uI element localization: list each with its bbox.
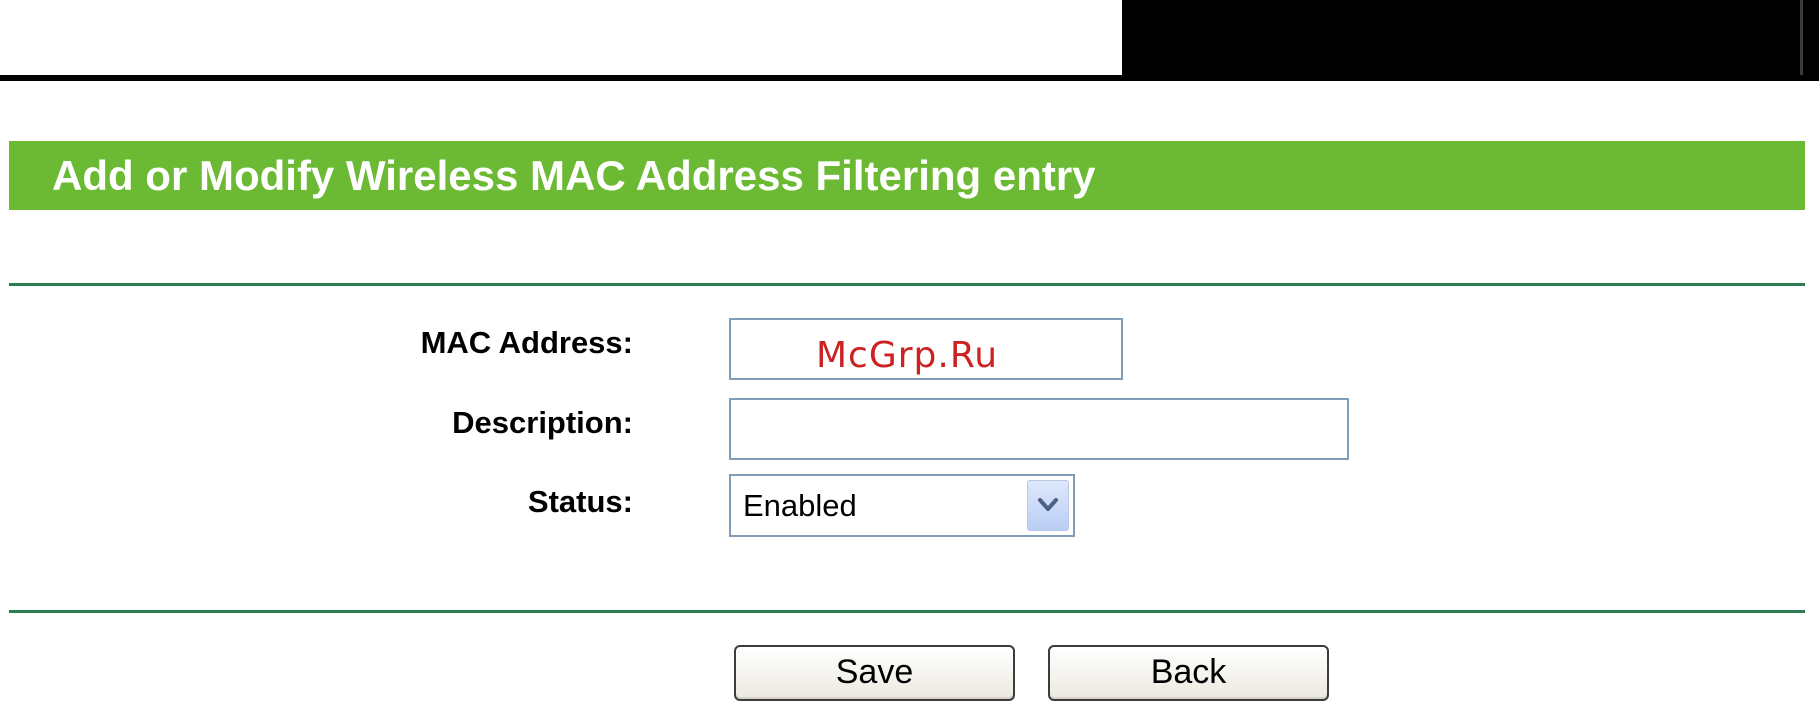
top-rule <box>0 75 1819 81</box>
divider-bottom <box>9 610 1805 613</box>
page-title: Add or Modify Wireless MAC Address Filte… <box>9 141 1805 210</box>
watermark-text: McGrp.Ru <box>816 335 999 376</box>
status-select[interactable]: Enabled <box>729 474 1075 537</box>
dropdown-button[interactable] <box>1027 480 1069 531</box>
save-button[interactable]: Save <box>734 645 1015 701</box>
divider-top <box>9 283 1805 286</box>
page: Add or Modify Wireless MAC Address Filte… <box>0 0 1819 718</box>
description-input[interactable] <box>729 398 1349 460</box>
mac-filter-panel: Add or Modify Wireless MAC Address Filte… <box>9 141 1805 718</box>
top-right-black-block <box>1122 0 1819 78</box>
mac-address-label: MAC Address: <box>420 325 633 360</box>
back-button[interactable]: Back <box>1048 645 1329 701</box>
status-selected-value: Enabled <box>743 488 857 523</box>
description-label: Description: <box>452 405 633 440</box>
status-label: Status: <box>527 484 633 519</box>
black-block-edge <box>1800 0 1803 78</box>
chevron-down-icon <box>1038 498 1058 511</box>
